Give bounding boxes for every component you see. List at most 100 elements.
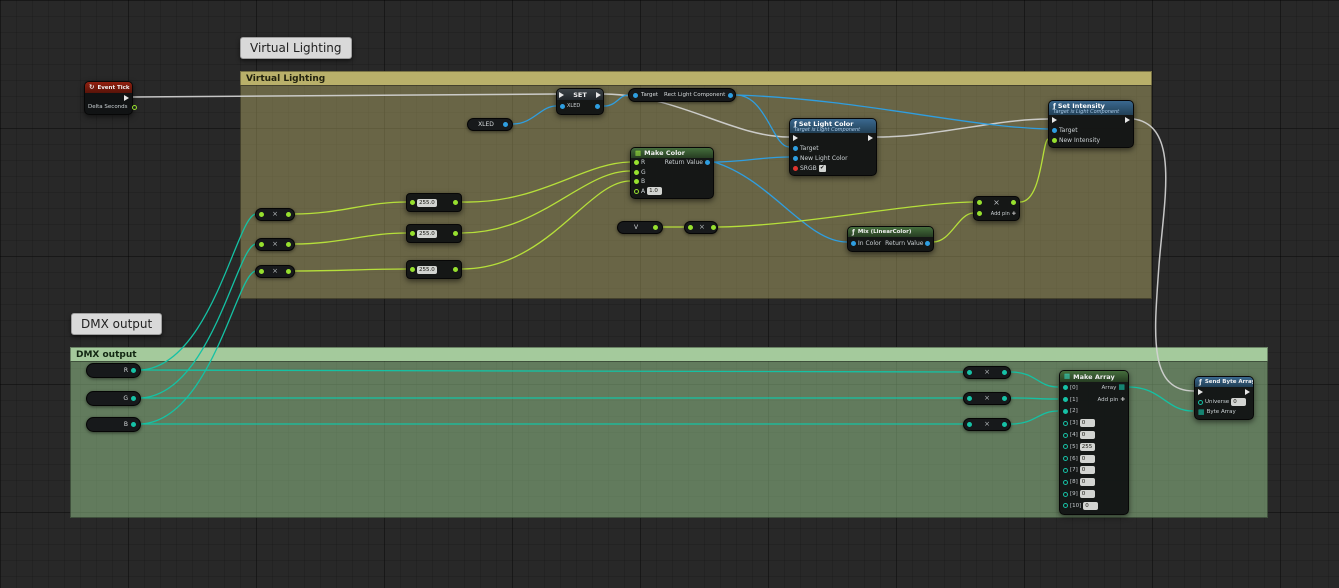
exec-out-pin[interactable]: [596, 92, 601, 98]
array-element-pin[interactable]: [1063, 456, 1068, 461]
array-element-pin[interactable]: [1063, 444, 1068, 449]
element-value-field[interactable]: 0: [1080, 455, 1095, 463]
exec-in-pin[interactable]: [1052, 117, 1057, 123]
element-value-field[interactable]: 0: [1080, 478, 1095, 486]
exec-out-pin[interactable]: [124, 95, 129, 101]
b-output-pin[interactable]: [131, 422, 136, 427]
node-header[interactable]: ƒ Set Intensity Target is Light Componen…: [1049, 101, 1133, 115]
input-pin[interactable]: [967, 422, 972, 427]
srgb-checkbox[interactable]: ✔: [819, 165, 826, 172]
blueprint-graph-canvas[interactable]: Virtual Lighting DMX output Virtual Ligh…: [0, 0, 1339, 588]
exec-in-pin[interactable]: [559, 92, 564, 98]
node-get-v[interactable]: V: [617, 221, 663, 234]
r-pin[interactable]: [634, 160, 639, 165]
g-output-pin[interactable]: [131, 396, 136, 401]
value-field[interactable]: 255.0: [417, 230, 437, 238]
array-element-pin[interactable]: [1063, 409, 1068, 414]
add-pin-label[interactable]: Add pin: [991, 211, 1010, 217]
exec-out-pin[interactable]: [868, 135, 873, 141]
node-header[interactable]: ▦ Make Array: [1060, 371, 1128, 382]
output-pin[interactable]: [1002, 422, 1007, 427]
target-pin[interactable]: [1052, 128, 1057, 133]
node-header[interactable]: ƒ Mix (LinearColor): [848, 227, 933, 237]
b-pin[interactable]: [634, 179, 639, 184]
array-element-pin[interactable]: [1063, 468, 1068, 473]
r-output-pin[interactable]: [131, 368, 136, 373]
node-multiply-255-2[interactable]: 255.0: [406, 224, 462, 243]
in-color-pin[interactable]: [851, 241, 856, 246]
node-multiply-1[interactable]: ×: [255, 208, 295, 221]
xled-in-pin[interactable]: [560, 104, 565, 109]
comment-header-virtual-lighting[interactable]: Virtual Lighting: [240, 71, 1152, 85]
node-event-tick[interactable]: ↻ Event Tick Delta Seconds: [84, 81, 133, 115]
array-element-pin[interactable]: [1063, 433, 1068, 438]
return-value-pin[interactable]: [925, 241, 930, 246]
node-make-color[interactable]: ▦ Make Color R Return Value G B A 1.0: [630, 147, 714, 199]
node-rect-light-component[interactable]: Target Rect Light Component: [628, 88, 736, 102]
node-dmx-multiply-2[interactable]: ×: [963, 392, 1011, 405]
output-pin[interactable]: [453, 231, 458, 236]
input-b-pin[interactable]: [977, 211, 982, 216]
array-element-pin[interactable]: [1063, 503, 1068, 508]
node-send-byte-array[interactable]: ƒ Send Byte Array Universe 0 ▦ Byte Arra…: [1194, 376, 1254, 420]
a-pin[interactable]: [634, 189, 639, 194]
output-pin[interactable]: [286, 212, 291, 217]
output-pin[interactable]: [453, 267, 458, 272]
element-value-field[interactable]: 255: [1080, 443, 1095, 451]
exec-in-pin[interactable]: [1198, 389, 1203, 395]
add-pin-icon[interactable]: ✚: [1012, 211, 1016, 217]
node-get-g[interactable]: G: [86, 391, 141, 406]
element-value-field[interactable]: 0: [1080, 419, 1095, 427]
comment-header-dmx-output[interactable]: DMX output: [70, 347, 1268, 361]
node-make-array[interactable]: ▦ Make Array [0] Array ▦ [1] Add pin ✚ […: [1059, 370, 1129, 515]
array-element-pin[interactable]: [1063, 385, 1068, 390]
output-pin[interactable]: [1002, 370, 1007, 375]
a-value-field[interactable]: 1.0: [647, 187, 662, 195]
new-intensity-pin[interactable]: [1052, 138, 1057, 143]
array-output-pin[interactable]: ▦: [1118, 384, 1125, 391]
target-in-pin[interactable]: [633, 93, 638, 98]
node-multiply-2[interactable]: ×: [255, 238, 295, 251]
node-multiply-mid[interactable]: ×: [684, 221, 718, 234]
value-field[interactable]: 255.0: [417, 266, 437, 274]
node-header[interactable]: ƒ Set Light Color Target is Light Compon…: [790, 119, 876, 133]
exec-in-pin[interactable]: [793, 135, 798, 141]
element-value-field[interactable]: 0: [1083, 502, 1098, 510]
node-dmx-multiply-1[interactable]: ×: [963, 366, 1011, 379]
node-header[interactable]: ▦ Make Color: [631, 148, 713, 158]
node-multiply-255-1[interactable]: 255.0: [406, 193, 462, 212]
add-pin-icon[interactable]: ✚: [1120, 397, 1125, 403]
input-pin[interactable]: [688, 225, 693, 230]
node-set-intensity[interactable]: ƒ Set Intensity Target is Light Componen…: [1048, 100, 1134, 148]
node-get-r[interactable]: R: [86, 363, 141, 378]
value-field[interactable]: 255.0: [417, 199, 437, 207]
element-value-field[interactable]: 0: [1080, 490, 1095, 498]
exec-out-pin[interactable]: [1125, 117, 1130, 123]
input-pin[interactable]: [259, 212, 264, 217]
input-pin[interactable]: [259, 269, 264, 274]
node-get-b[interactable]: B: [86, 417, 141, 432]
input-pin[interactable]: [967, 396, 972, 401]
node-header[interactable]: ↻ Event Tick: [85, 82, 132, 93]
element-value-field[interactable]: 0: [1080, 431, 1095, 439]
node-multiply-add[interactable]: × Add pin ✚: [973, 196, 1020, 221]
element-value-field[interactable]: 0: [1080, 466, 1095, 474]
output-pin[interactable]: [1011, 200, 1016, 205]
input-pin[interactable]: [410, 267, 415, 272]
target-pin[interactable]: [793, 146, 798, 151]
return-value-pin[interactable]: [705, 160, 710, 165]
output-pin[interactable]: [1002, 396, 1007, 401]
srgb-pin[interactable]: [793, 166, 798, 171]
universe-pin[interactable]: [1198, 400, 1203, 405]
array-element-pin[interactable]: [1063, 492, 1068, 497]
output-pin[interactable]: [453, 200, 458, 205]
exec-out-pin[interactable]: [1245, 389, 1250, 395]
delta-seconds-pin[interactable]: [132, 105, 137, 110]
node-multiply-3[interactable]: ×: [255, 265, 295, 278]
node-header[interactable]: ƒ Send Byte Array: [1195, 377, 1253, 387]
xled-output-pin[interactable]: [503, 122, 508, 127]
input-pin[interactable]: [967, 370, 972, 375]
array-element-pin[interactable]: [1063, 397, 1068, 402]
g-pin[interactable]: [634, 170, 639, 175]
node-set-light-color[interactable]: ƒ Set Light Color Target is Light Compon…: [789, 118, 877, 176]
